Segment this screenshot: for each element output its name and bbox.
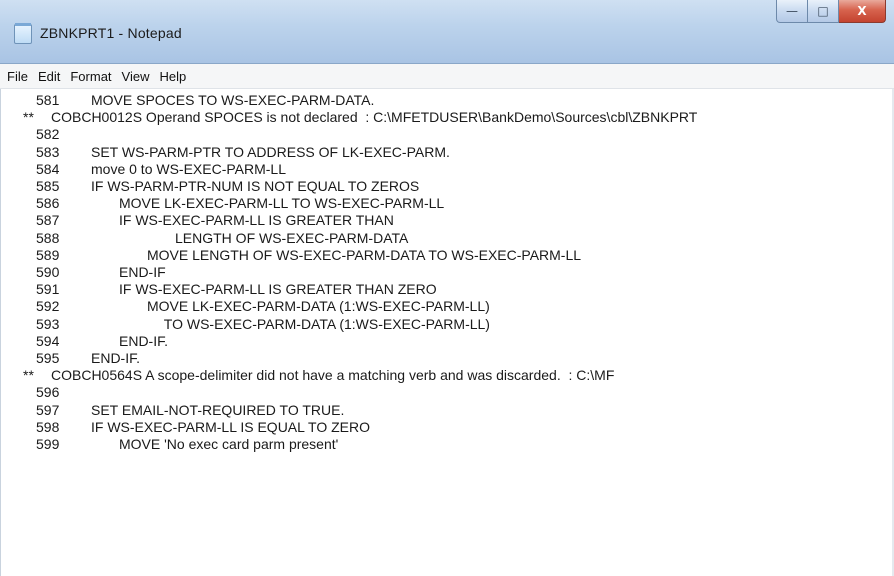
line-number: 586 <box>36 195 60 212</box>
line-number: 597 <box>36 401 60 418</box>
menu-file[interactable]: File <box>0 69 33 84</box>
line-number: 595 <box>36 350 60 366</box>
line-number: 594 <box>36 332 60 349</box>
notepad-icon <box>14 23 32 44</box>
window-controls: — □ X <box>776 0 886 28</box>
code-text: END-IF. <box>91 350 140 366</box>
code-text: SET WS-PARM-PTR TO ADDRESS OF LK-EXEC-PA… <box>91 143 450 160</box>
line-number: 598 <box>36 418 60 435</box>
code-text: IF WS-EXEC-PARM-LL IS GREATER THAN ZERO <box>119 281 437 298</box>
title-bar[interactable]: ZBNKPRT1 - Notepad — □ X <box>0 0 894 64</box>
line-number: 599 <box>36 436 60 452</box>
window-title: ZBNKPRT1 - Notepad <box>40 25 182 41</box>
line-number: 592 <box>36 298 60 315</box>
compiler-message: COBCH0012S Operand SPOCES is not declare… <box>51 109 698 126</box>
minimize-button[interactable]: — <box>776 0 808 23</box>
code-text: END-IF. <box>119 332 168 349</box>
code-text: MOVE LK-EXEC-PARM-LL TO WS-EXEC-PARM-LL <box>119 195 445 212</box>
line-number: 590 <box>36 264 60 280</box>
code-text: MOVE 'No exec card parm present' <box>119 436 339 452</box>
menu-view[interactable]: View <box>117 69 155 84</box>
maximize-button[interactable]: □ <box>808 0 839 23</box>
code-text: MOVE SPOCES TO WS-EXEC-PARM-DATA. <box>91 92 375 108</box>
close-button[interactable]: X <box>839 0 886 23</box>
compiler-message: COBCH0564S A scope-delimiter did not hav… <box>51 367 615 384</box>
code-text: TO WS-EXEC-PARM-DATA (1:WS-EXEC-PARM-LL) <box>163 315 490 332</box>
menu-bar: File Edit Format View Help <box>0 64 894 89</box>
menu-help[interactable]: Help <box>154 69 191 84</box>
text-editor[interactable]: 581 MOVE SPOCES TO WS-EXEC-PARM-DATA. ** CO… <box>0 89 894 576</box>
line-number: 588 <box>36 229 60 246</box>
code-text: IF WS-EXEC-PARM-LL IS GREATER THAN <box>119 212 394 229</box>
line-number: 581 <box>36 92 60 108</box>
line-number: 596 <box>36 384 60 401</box>
code-text: MOVE LK-EXEC-PARM-DATA (1:WS-EXEC-PARM-L… <box>147 298 490 315</box>
line-number: 593 <box>36 315 60 332</box>
code-text: SET EMAIL-NOT-REQUIRED TO TRUE. <box>91 401 345 418</box>
code-text: MOVE LENGTH OF WS-EXEC-PARM-DATA TO WS-E… <box>147 246 582 263</box>
line-number: 589 <box>36 246 60 263</box>
code-text: IF WS-PARM-PTR-NUM IS NOT EQUAL TO ZEROS <box>91 178 420 194</box>
code-text: LENGTH OF WS-EXEC-PARM-DATA <box>175 229 409 246</box>
error-marker: ** <box>23 109 34 126</box>
line-number: 585 <box>36 178 60 194</box>
code-text: move 0 to WS-EXEC-PARM-LL <box>91 160 287 177</box>
code-text: IF WS-EXEC-PARM-LL IS EQUAL TO ZERO <box>91 418 371 435</box>
line-number: 587 <box>36 212 60 229</box>
menu-format[interactable]: Format <box>65 69 116 84</box>
menu-edit[interactable]: Edit <box>33 69 65 84</box>
line-number: 584 <box>36 160 60 177</box>
code-text: END-IF <box>119 264 166 280</box>
error-marker: ** <box>23 367 34 384</box>
line-number: 582 <box>36 126 60 143</box>
line-number: 591 <box>36 281 60 298</box>
notepad-window: ZBNKPRT1 - Notepad — □ X File Edit Forma… <box>0 0 894 576</box>
line-number: 583 <box>36 143 60 160</box>
